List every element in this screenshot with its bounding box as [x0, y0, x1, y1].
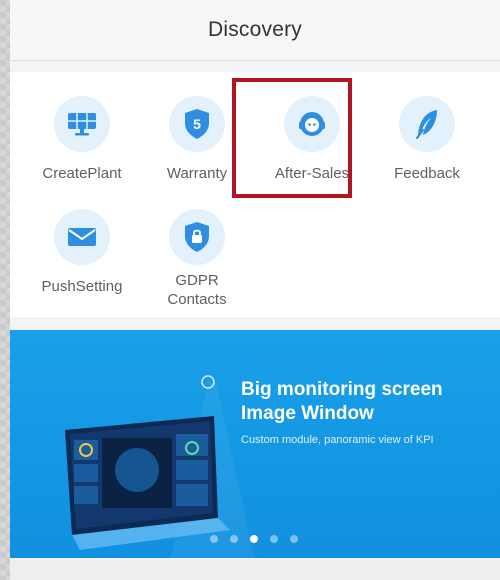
solar-panel-icon	[54, 96, 110, 152]
carousel-dot[interactable]	[290, 535, 298, 543]
carousel-dot[interactable]	[230, 535, 238, 543]
promo-banner[interactable]: Big monitoring screen Image Window Custo…	[10, 330, 500, 558]
header-bar: Discovery	[10, 0, 500, 61]
menu-item-label: CreatePlant	[42, 165, 122, 182]
banner-subtitle: Custom module, panoramic view of KPI	[241, 434, 434, 446]
lock-shield-icon	[169, 209, 225, 265]
carousel-dot[interactable]	[270, 535, 278, 543]
discovery-screen: Discovery CreatePlant 5 Warranty After-S…	[10, 0, 500, 580]
page-title: Discovery	[208, 18, 302, 41]
feather-icon	[399, 96, 455, 152]
menu-item-label: GDPR Contacts	[167, 272, 227, 308]
menu-item-createplant[interactable]: CreatePlant	[32, 96, 132, 183]
envelope-icon	[54, 209, 110, 265]
menu-item-label: PushSetting	[41, 278, 123, 295]
carousel-indicator	[210, 535, 298, 543]
menu-item-label: Warranty	[166, 165, 228, 182]
banner-title: Big monitoring screen Image Window	[241, 379, 443, 424]
carousel-dot-active[interactable]	[250, 535, 258, 543]
selection-highlight	[232, 78, 352, 198]
menu-item-feedback[interactable]: Feedback	[377, 96, 477, 183]
menu-item-label: Feedback	[394, 165, 460, 182]
carousel-dot[interactable]	[210, 535, 218, 543]
menu-item-pushsetting[interactable]: PushSetting	[32, 209, 132, 296]
shield-5-icon: 5	[169, 96, 225, 152]
footer-strip	[10, 560, 500, 580]
menu-item-gdpr-contacts[interactable]: GDPR Contacts	[147, 209, 247, 309]
svg-text:5: 5	[193, 116, 201, 132]
